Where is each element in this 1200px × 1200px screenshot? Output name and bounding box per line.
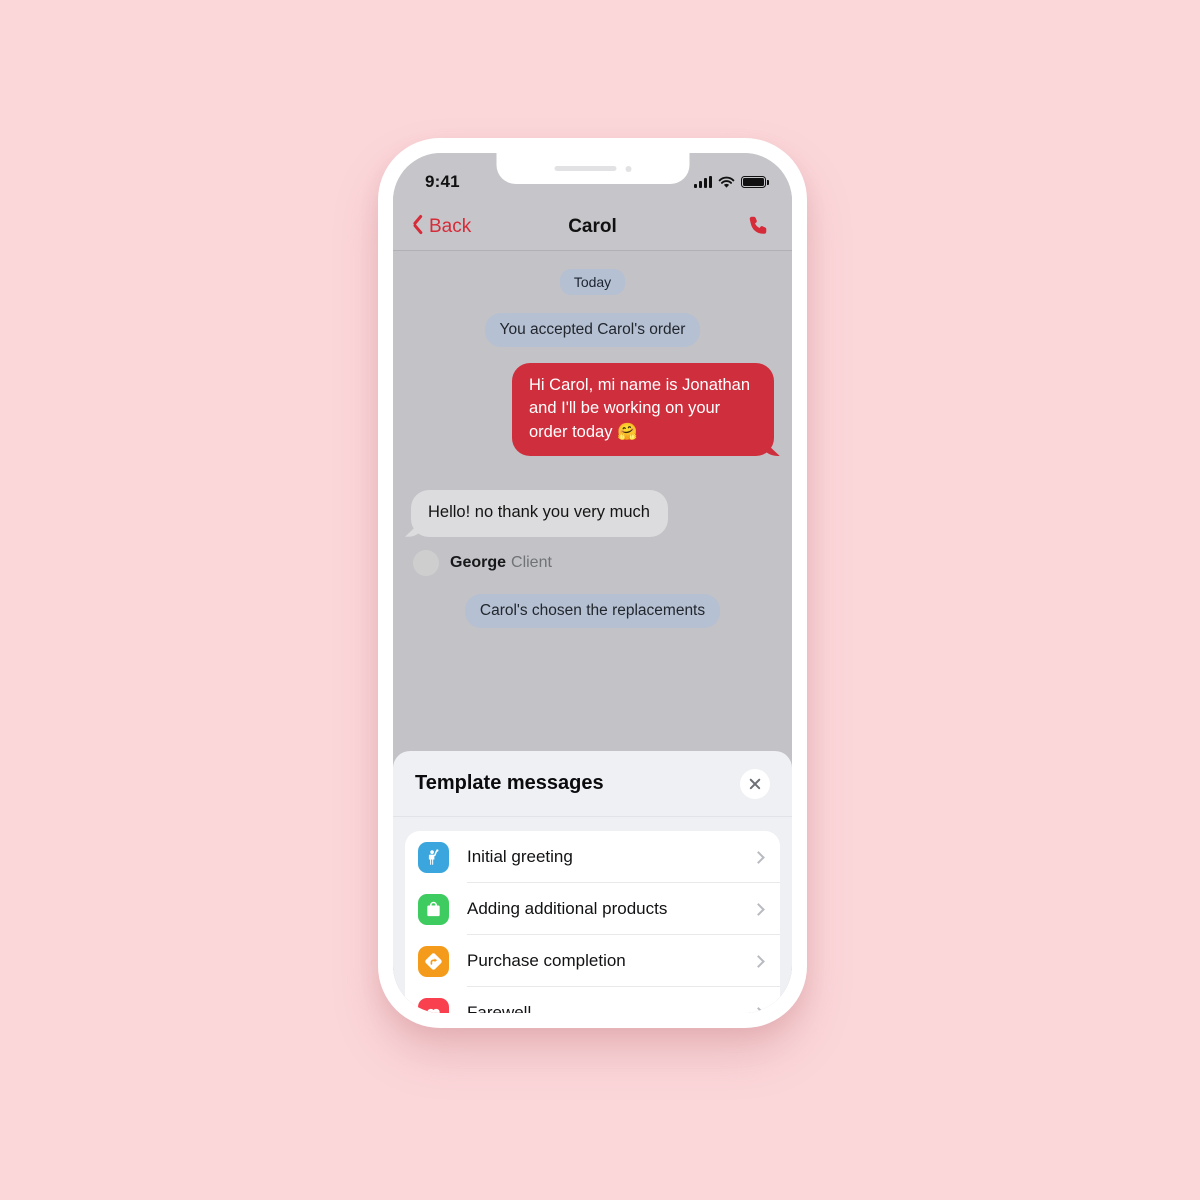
- page-background: 9:41 Back Carol Today You accepted Carol…: [0, 0, 1200, 1200]
- status-bar-indicators: [694, 176, 769, 189]
- template-panel-title: Template messages: [415, 772, 604, 794]
- close-button[interactable]: [740, 768, 770, 799]
- back-button-label: Back: [429, 215, 472, 237]
- chevron-right-icon: [752, 1006, 765, 1013]
- earpiece-speaker: [554, 166, 616, 171]
- phone-device-frame: 9:41 Back Carol Today You accepted Carol…: [378, 138, 807, 1028]
- incoming-message-bubble[interactable]: Hello! no thank you very much: [411, 490, 668, 537]
- template-item-adding-additional-products[interactable]: Adding additional products: [405, 883, 780, 935]
- message-sender-row: George Client: [413, 549, 774, 576]
- phone-call-icon: [749, 216, 767, 234]
- waving-person-icon: [418, 841, 449, 873]
- sender-role: Client: [511, 553, 552, 571]
- template-item-farewell[interactable]: Farewell: [405, 987, 780, 1013]
- outgoing-message-row: Hi Carol, mi name is Jonathan and I'll b…: [411, 347, 774, 457]
- system-message: You accepted Carol's order: [484, 313, 701, 347]
- template-messages-panel: Template messages Initial greeting Addin…: [393, 751, 792, 1013]
- incoming-message-row: Hello! no thank you very much: [411, 490, 774, 537]
- battery-full-icon: [741, 176, 769, 188]
- date-divider: Today: [559, 269, 626, 295]
- cellular-signal-icon: [694, 176, 712, 188]
- template-item-purchase-completion[interactable]: Purchase completion: [405, 935, 780, 987]
- template-item-label: Initial greeting: [467, 847, 573, 866]
- system-message-2: Carol's chosen the replacements: [464, 593, 721, 628]
- direction-sign-icon: [418, 945, 449, 977]
- phone-screen: 9:41 Back Carol Today You accepted Carol…: [393, 153, 792, 1013]
- avatar: [413, 549, 439, 576]
- chevron-left-icon: [413, 217, 425, 236]
- template-item-initial-greeting[interactable]: Initial greeting: [405, 831, 780, 883]
- sender-name: George: [450, 553, 507, 571]
- front-camera-dot: [625, 165, 631, 172]
- template-item-label: Farewell: [467, 1003, 532, 1013]
- template-list: Initial greeting Adding additional produ…: [405, 831, 780, 1013]
- call-button[interactable]: [747, 214, 772, 239]
- system-message-row-2: Carol's chosen the replacements: [411, 593, 774, 628]
- heart-icon: [418, 997, 449, 1013]
- status-bar-time: 9:41: [425, 172, 460, 191]
- system-message-row: You accepted Carol's order: [411, 313, 774, 347]
- back-button[interactable]: Back: [413, 216, 471, 238]
- device-notch: [496, 153, 689, 184]
- template-item-label: Purchase completion: [467, 951, 626, 970]
- wifi-icon: [718, 176, 735, 188]
- template-item-label: Adding additional products: [467, 899, 668, 918]
- date-divider-row: Today: [411, 269, 774, 295]
- chevron-right-icon: [752, 954, 765, 968]
- chevron-right-icon: [752, 902, 765, 916]
- outgoing-message-bubble[interactable]: Hi Carol, mi name is Jonathan and I'll b…: [512, 363, 774, 457]
- shopping-bag-icon: [418, 893, 449, 925]
- navigation-bar: Back Carol: [393, 203, 792, 251]
- chevron-right-icon: [752, 850, 765, 864]
- close-icon: [749, 777, 762, 790]
- template-panel-header: Template messages: [393, 751, 792, 817]
